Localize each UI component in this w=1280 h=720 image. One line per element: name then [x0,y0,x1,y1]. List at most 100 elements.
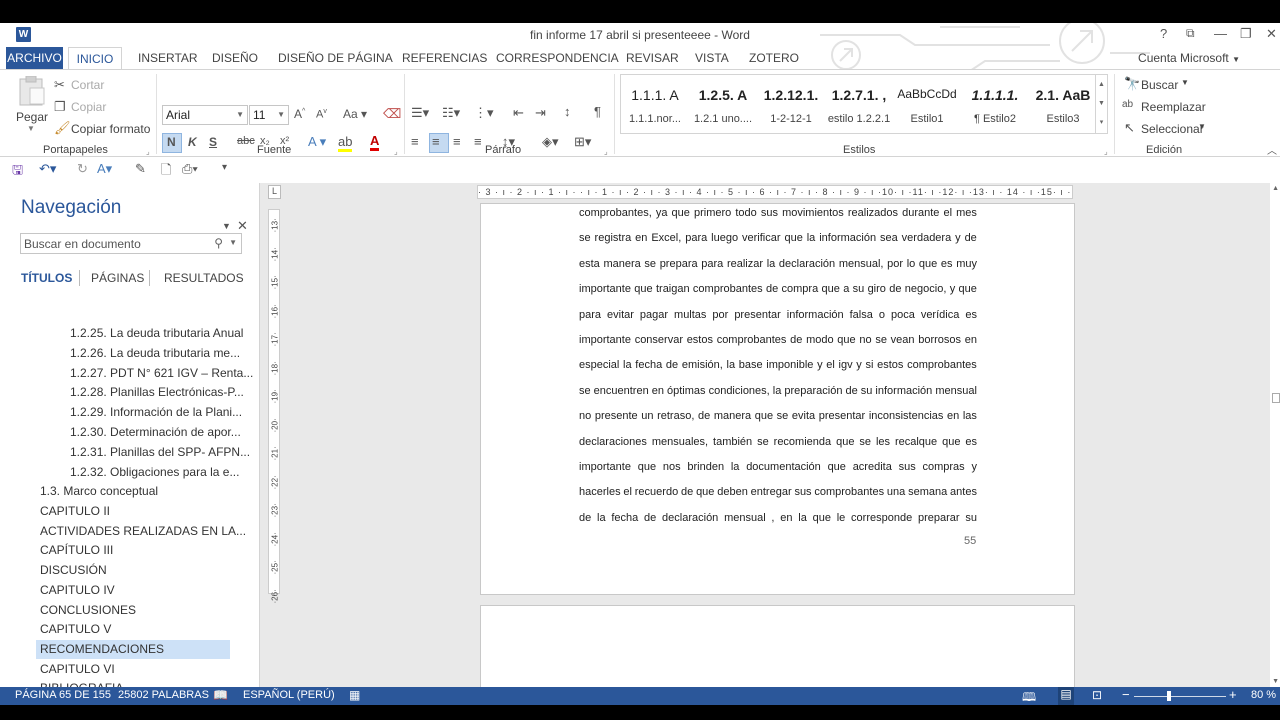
tab-correspondencia[interactable]: CORRESPONDENCIA [496,51,619,65]
nav-heading[interactable]: 1.2.27. PDT N° 621 IGV – Renta... [70,364,253,383]
macro-icon[interactable]: ▦ [349,688,360,702]
tab-referencias[interactable]: REFERENCIAS [402,51,487,65]
dialog-launcher-icon[interactable]: ⌟ [146,147,150,156]
nav-heading[interactable]: ACTIVIDADES REALIZADAS EN LA... [36,522,246,541]
text-effects-icon[interactable]: A▾ [97,161,112,177]
chevron-down-icon[interactable]: ▼ [1096,94,1107,113]
web-layout-icon[interactable]: ⊡ [1092,688,1102,702]
tab-diseno[interactable]: DISEÑO [212,51,258,65]
proofing-icon[interactable]: 📖 [213,688,228,702]
nav-heading[interactable]: 1.3. Marco conceptual [36,482,158,501]
borders-icon[interactable]: ⊞▾ [574,134,591,150]
new-document-icon[interactable]: 🗋 [161,161,171,183]
redo-icon[interactable]: ↻ [77,161,88,177]
bullets-icon[interactable]: ☰▾ [411,105,429,121]
nav-tab-paginas[interactable]: PÁGINAS [91,271,144,285]
page-count[interactable]: PÁGINA 65 DE 155 [15,689,111,701]
print-layout-icon[interactable]: ▤ [1058,687,1074,705]
align-center-icon[interactable]: ≡ [432,134,440,149]
nav-heading[interactable]: 1.2.30. Determinación de apor... [70,423,241,442]
document-page-next[interactable] [480,605,1075,687]
grow-font-icon[interactable]: A^ [294,107,305,121]
nav-heading[interactable]: 1.2.29. Información de la Plani... [70,403,242,422]
minimize-icon[interactable]: — [1214,26,1227,41]
chevron-down-icon[interactable]: ▼ [1272,678,1279,685]
nav-heading[interactable]: 1.2.28. Planillas Electrónicas-P... [70,383,244,402]
close-icon[interactable]: ✕ [237,218,248,234]
change-case-icon[interactable]: Aa ▾ [343,107,367,121]
decrease-indent-icon[interactable]: ⇤ [513,105,524,121]
nav-tab-resultados[interactable]: RESULTADOS [164,271,244,285]
document-page[interactable]: comprobantes, ya que primero todo sus movimien… [480,203,1075,595]
chevron-up-icon[interactable]: ▲ [1272,185,1279,192]
numbering-icon[interactable]: ☷▾ [442,105,460,121]
dialog-launcher-icon[interactable]: ⌟ [1104,147,1108,156]
styles-scroll[interactable]: ▲ ▼ ▾ [1095,75,1107,133]
maximize-icon[interactable]: ❐ [1240,26,1252,42]
font-color-icon[interactable]: A [370,133,380,151]
align-right-icon[interactable]: ≡ [453,134,461,149]
more-styles-icon[interactable]: ▾ [1096,113,1107,132]
nav-tab-titulos[interactable]: TÍTULOS [21,271,72,285]
text-effects-icon[interactable]: A ▾ [308,134,326,150]
tab-vista[interactable]: VISTA [695,51,729,65]
collapse-ribbon-icon[interactable]: ︿ [1267,142,1277,157]
tab-zotero[interactable]: ZOTERO [749,51,799,65]
tab-diseno-de-pagina[interactable]: DISEÑO DE PÁGINA [278,51,393,65]
style-item[interactable]: 2.1. AaB Estilo3 [1029,75,1097,133]
scrollbar-thumb[interactable] [1272,393,1280,403]
nav-heading[interactable]: CAPITULO V [36,620,111,639]
increase-indent-icon[interactable]: ⇥ [535,105,546,121]
undo-icon[interactable]: ↶▾ [39,161,56,177]
vertical-scrollbar[interactable]: ▲ ▼ [1270,183,1280,687]
show-marks-icon[interactable]: ¶ [594,104,601,119]
document-body[interactable]: comprobantes, ya que primero todo sus movimien… [579,204,977,534]
nav-search-input[interactable]: Buscar en documento ⚲ ▼ [20,233,242,254]
search-icon[interactable]: ⚲ [214,236,223,250]
nav-heading-selected[interactable]: RECOMENDACIONES [36,640,230,659]
chevron-down-icon[interactable]: ▼ [229,238,237,247]
multilevel-list-icon[interactable]: ⋮▾ [474,105,494,121]
nav-heading[interactable]: DISCUSIÓN [36,561,107,580]
customize-toolbar-icon[interactable]: ▾ [222,162,227,173]
print-preview-icon[interactable]: ⎙▾ [182,161,198,177]
chevron-up-icon[interactable]: ▲ [1096,75,1107,94]
nav-heading[interactable]: CAPÍTULO III [36,541,113,560]
nav-heading[interactable]: CAPITULO II [36,502,110,521]
style-item[interactable]: AaBbCcDd Estilo1 [893,75,961,133]
language[interactable]: ESPAÑOL (PERÚ) [243,689,335,701]
help-icon[interactable]: ? [1160,26,1167,41]
font-size-select[interactable]: 11 ▼ [249,105,289,125]
zoom-out-button[interactable]: − [1122,687,1130,702]
sort-icon[interactable]: ↕ [564,104,571,119]
tab-archivo[interactable]: ARCHIVO [6,47,63,69]
style-item[interactable]: 1.2.12.1. 1-2-12-1 [757,75,825,133]
nav-heading[interactable]: CAPITULO VI [36,660,115,679]
nav-options-icon[interactable]: ▼ [222,221,231,231]
shrink-font-icon[interactable]: Av [316,108,327,121]
dialog-launcher-icon[interactable]: ⌟ [394,147,398,156]
save-icon[interactable]: 🖫 [12,161,23,183]
nav-heading[interactable]: CONCLUSIONES [36,601,136,620]
edit-icon[interactable]: ✎ [135,161,146,177]
tab-inicio[interactable]: INICIO [68,47,122,70]
nav-heading[interactable]: CAPITULO IV [36,581,115,600]
highlight-icon[interactable]: ab [338,134,353,152]
paste-button[interactable]: Pegar ▼ [14,76,50,140]
read-mode-icon[interactable]: 🕮 [1022,688,1036,705]
tab-revisar[interactable]: REVISAR [626,51,679,65]
style-item[interactable]: 1.2.7.1. , estilo 1.2.2.1 [825,75,893,133]
style-item[interactable]: 1.1.1. A 1.1.1.nor... [621,75,689,133]
shading-icon[interactable]: ◈▾ [542,134,559,150]
dialog-launcher-icon[interactable]: ⌟ [604,147,608,156]
font-name-select[interactable]: Arial ▼ [162,105,248,125]
zoom-slider[interactable] [1134,696,1226,697]
bold-button[interactable]: N [167,135,176,149]
account-menu[interactable]: Cuenta Microsoft ▼ [1138,51,1240,65]
nav-heading[interactable]: 1.2.25. La deuda tributaria Anual [70,324,243,343]
justify-icon[interactable]: ≡ [474,134,482,149]
nav-heading[interactable]: 1.2.32. Obligaciones para la e... [70,463,239,482]
nav-heading[interactable]: 1.2.31. Planillas del SPP- AFPN... [70,443,250,462]
underline-button[interactable]: S [209,135,217,149]
strikethrough-icon[interactable]: abc [237,135,255,147]
